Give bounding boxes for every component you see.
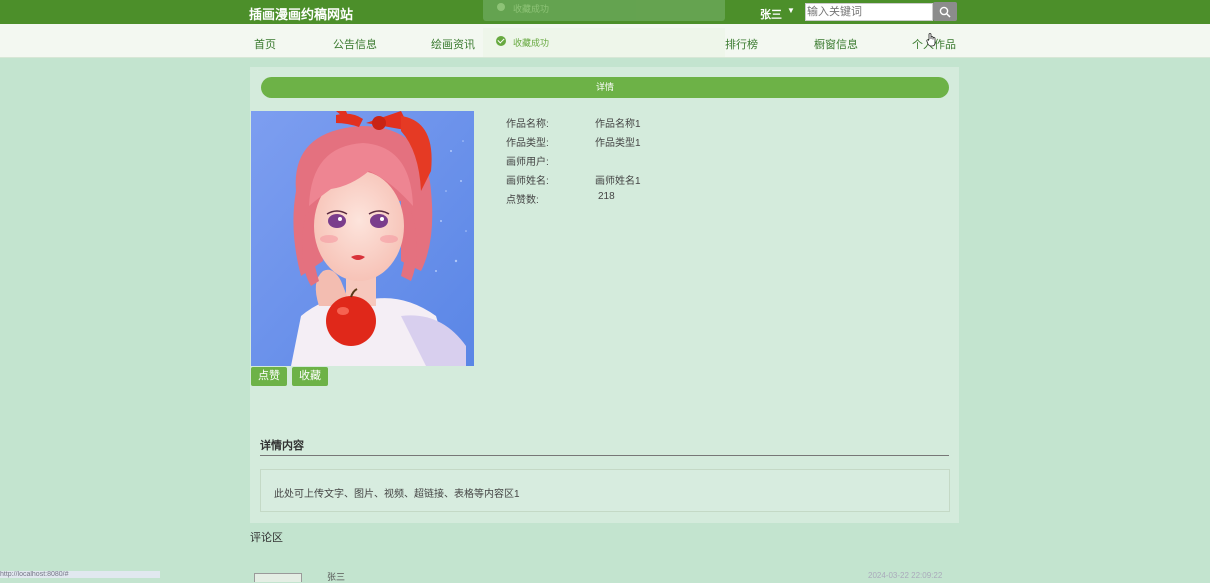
content-section-title: 详情内容: [260, 440, 304, 452]
like-button[interactable]: 点赞: [251, 367, 287, 386]
field-label: 画师姓名:: [506, 176, 549, 187]
favorite-button[interactable]: 收藏: [292, 367, 328, 386]
search-button[interactable]: [933, 2, 957, 21]
artwork-illustration: [251, 111, 474, 366]
check-circle-icon: [496, 36, 506, 46]
nav-announcements[interactable]: 公告信息: [333, 36, 377, 52]
field-label: 画师用户:: [506, 157, 549, 168]
toast-ghost: 收藏成功: [483, 0, 725, 21]
field-value: 作品类型1: [595, 138, 641, 149]
nav-leaderboard[interactable]: 排行榜: [725, 36, 758, 52]
artwork-image[interactable]: [251, 111, 474, 366]
field-label: 作品类型:: [506, 138, 549, 149]
detail-header-bar: 详情: [261, 77, 949, 98]
nav-showcase[interactable]: 橱窗信息: [814, 36, 858, 52]
field-label: 作品名称:: [506, 119, 549, 130]
field-value: 作品名称1: [595, 119, 641, 130]
site-title[interactable]: 插画漫画约稿网站: [249, 4, 353, 23]
comments-title: 评论区: [250, 532, 283, 544]
content-box: 此处可上传文字、图片、视频、超链接、表格等内容区1: [260, 469, 950, 512]
section-divider: [260, 455, 949, 456]
nav-home[interactable]: 首页: [254, 36, 276, 52]
toast-ghost-icon: [497, 3, 505, 11]
caret-down-icon[interactable]: ▼: [787, 6, 795, 15]
field-label: 点赞数:: [506, 195, 539, 206]
content-body: 此处可上传文字、图片、视频、超链接、表格等内容区1: [274, 489, 520, 500]
field-value: 画师姓名1: [595, 176, 641, 187]
hand-cursor-icon: [926, 33, 936, 47]
comment-time: 2024-03-22 22:09:22: [868, 571, 943, 580]
toast-ghost-text: 收藏成功: [513, 4, 550, 14]
search-input[interactable]: [805, 3, 933, 21]
search-icon: [939, 6, 951, 18]
success-toast: 收藏成功: [483, 28, 725, 57]
avatar: [254, 573, 302, 582]
nav-drawing-news[interactable]: 绘画资讯: [431, 36, 475, 52]
user-menu[interactable]: 张三: [760, 6, 782, 22]
field-value: 218: [598, 191, 615, 202]
toast-message: 收藏成功: [513, 38, 550, 48]
